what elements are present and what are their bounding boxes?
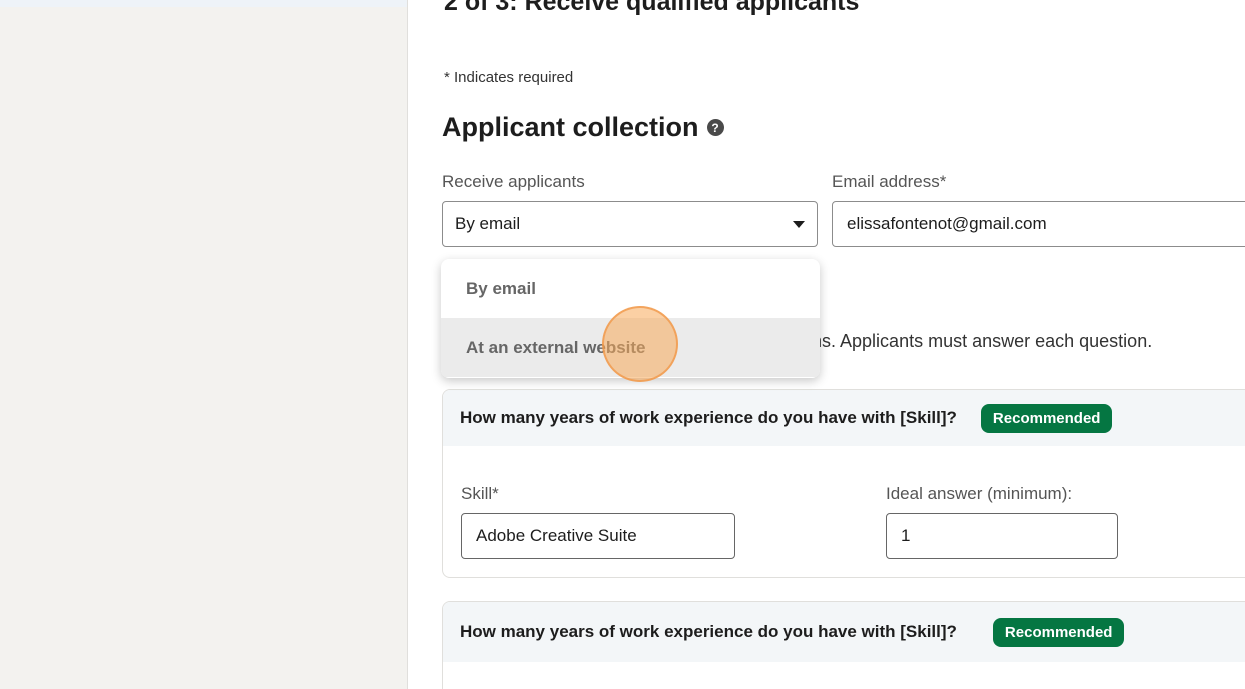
- email-address-label: Email address*: [832, 172, 947, 191]
- receive-applicants-label: Receive applicants: [442, 172, 585, 191]
- ideal-answer-label: Ideal answer (minimum):: [886, 484, 1073, 503]
- question-header: How many years of work experience do you…: [443, 390, 1245, 446]
- skill-input[interactable]: [461, 513, 735, 559]
- recommended-badge: Recommended: [980, 403, 1113, 433]
- email-address-input[interactable]: [832, 201, 1245, 247]
- question-header: How many years of work experience do you…: [443, 602, 1245, 662]
- section-title: Applicant collection ?: [442, 112, 724, 143]
- section-title-text: Applicant collection: [442, 112, 699, 142]
- skill-label: Skill*: [461, 484, 499, 503]
- screening-question-card: How many years of work experience do you…: [442, 601, 1245, 689]
- click-cursor-highlight: [602, 306, 678, 382]
- ideal-answer-input[interactable]: [886, 513, 1118, 559]
- help-circle-icon[interactable]: ?: [706, 119, 724, 136]
- left-panel: [0, 7, 407, 689]
- receive-applicants-select[interactable]: By email: [442, 201, 818, 247]
- question-title: How many years of work experience do you…: [460, 622, 957, 641]
- step-title: 2 of 3: Receive qualified applicants: [444, 0, 860, 16]
- question-title: How many years of work experience do you…: [460, 408, 957, 427]
- recommended-badge: Recommended: [992, 617, 1125, 647]
- receive-applicants-value: By email: [455, 214, 521, 233]
- screening-questions-description: ions. Applicants must answer each questi…: [798, 331, 1153, 351]
- screening-question-card: How many years of work experience do you…: [442, 389, 1245, 578]
- required-note: * Indicates required: [444, 69, 574, 86]
- caret-down-icon: [793, 220, 805, 228]
